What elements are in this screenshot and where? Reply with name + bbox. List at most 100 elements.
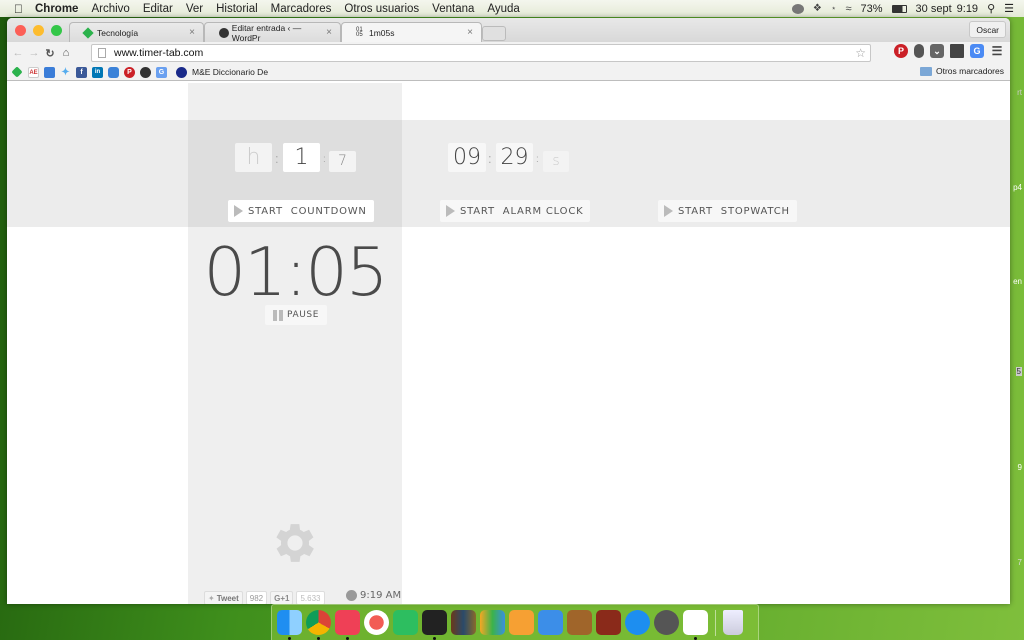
pause-button[interactable]: PAUSE — [265, 305, 327, 325]
bookmark-facebook-icon[interactable]: f — [76, 66, 87, 78]
address-bar[interactable]: www.timer-tab.com ☆ — [91, 44, 871, 62]
bluetooth-icon[interactable]: ⋆ — [831, 3, 837, 14]
current-time-text: 9:19 AM — [360, 590, 402, 601]
menu-ver[interactable]: Ver — [186, 3, 203, 15]
alarm-minutes-input[interactable]: 29 — [496, 143, 533, 172]
dock-logic-icon[interactable] — [596, 610, 621, 635]
countdown-minutes-input[interactable]: 1 — [283, 143, 320, 172]
pocket-extension-icon[interactable]: ⌄ — [930, 44, 944, 58]
bookmark-ae-icon[interactable]: AE — [28, 66, 39, 78]
tab-tecnologia[interactable]: Tecnología × — [69, 22, 204, 42]
pinterest-extension-icon[interactable]: P — [894, 44, 908, 58]
evernote-extension-icon[interactable] — [914, 44, 924, 58]
menu-ayuda[interactable]: Ayuda — [487, 3, 519, 15]
dock-sunrise-icon[interactable] — [364, 610, 389, 635]
forward-arrow-icon[interactable]: → — [27, 47, 41, 59]
notification-center-icon[interactable]: ☰ — [1004, 2, 1014, 15]
clock-icon — [346, 590, 357, 601]
dock-app-store-icon[interactable] — [625, 610, 650, 635]
start-countdown-button[interactable]: START COUNTDOWN — [228, 200, 374, 222]
bookmark-mail-icon[interactable] — [44, 66, 55, 78]
tab-close-icon[interactable]: × — [189, 27, 195, 38]
alarm-seconds-input[interactable]: s — [543, 151, 569, 172]
bookmark-dictionary-label[interactable]: M&E Diccionario De — [192, 67, 268, 77]
menu-historial[interactable]: Historial — [216, 3, 258, 15]
menu-editar[interactable]: Editar — [143, 3, 173, 15]
tab-close-icon[interactable]: × — [467, 27, 473, 38]
film-extension-icon[interactable] — [950, 44, 964, 58]
tweet-button[interactable]: ✦ Tweet — [204, 591, 243, 604]
desktop-icon-label: 9 — [1017, 463, 1022, 472]
macos-dock — [271, 604, 759, 640]
alarm-hours-input[interactable]: 09 — [448, 143, 486, 172]
dock-garageband-icon[interactable] — [567, 610, 592, 635]
bookmark-twitter-icon[interactable]: ✦ — [60, 67, 71, 78]
bookmark-feedly-icon[interactable] — [11, 66, 23, 78]
bookmark-dictionary-icon[interactable] — [176, 66, 187, 78]
spotlight-search-icon[interactable]: ⚲ — [987, 2, 995, 15]
tab-close-icon[interactable]: × — [326, 27, 332, 38]
user-profile-button[interactable]: Oscar — [969, 21, 1006, 38]
countdown-seconds-input[interactable]: 7 — [329, 151, 356, 172]
back-arrow-icon[interactable]: ← — [11, 47, 25, 59]
zoom-window-button[interactable] — [51, 25, 62, 36]
dock-finder-icon[interactable] — [277, 610, 302, 640]
time-separator: : — [536, 154, 539, 165]
dock-evernote-icon[interactable] — [393, 610, 418, 635]
current-time: 9:19 AM — [346, 590, 401, 601]
dock-scrivener-icon[interactable] — [422, 610, 447, 640]
start-alarm-clock-button[interactable]: START ALARM CLOCK — [440, 200, 591, 222]
reload-icon[interactable]: ↻ — [43, 47, 57, 60]
cloud-status-icon[interactable] — [791, 3, 804, 14]
dock-system-preferences-icon[interactable] — [654, 610, 679, 635]
menu-ventana[interactable]: Ventana — [432, 3, 474, 15]
other-bookmarks[interactable]: Otros marcadores — [919, 66, 1004, 76]
battery-icon[interactable] — [891, 4, 907, 13]
start-alarm-label: START ALARM CLOCK — [460, 205, 584, 217]
new-tab-button[interactable] — [482, 26, 506, 41]
close-window-button[interactable] — [15, 25, 26, 36]
tab-timer[interactable]: 01 05 1m05s × — [341, 22, 482, 42]
dock-pocket-icon[interactable] — [335, 610, 360, 640]
google-plus-button[interactable]: G+1 — [270, 591, 294, 604]
url-text[interactable]: www.timer-tab.com — [114, 47, 203, 59]
desktop-icon-label: rt — [1017, 88, 1022, 97]
menubar-date[interactable]: 30 sept — [916, 3, 952, 15]
chrome-menu-icon[interactable]: ☰ — [990, 44, 1004, 58]
minimize-window-button[interactable] — [33, 25, 44, 36]
menu-archivo[interactable]: Archivo — [91, 3, 129, 15]
tab-wordpress[interactable]: Editar entrada ‹ — WordPr × — [204, 22, 341, 43]
tab-title: 1m05s — [369, 27, 395, 38]
start-stopwatch-button[interactable]: START STOPWATCH — [658, 200, 797, 222]
menu-otros-usuarios[interactable]: Otros usuarios — [344, 3, 419, 15]
dock-chrome-icon[interactable] — [306, 610, 331, 640]
bookmark-translate-icon[interactable]: G — [156, 66, 167, 78]
tweet-label: Tweet — [216, 593, 239, 603]
bookmark-pinterest-icon[interactable]: P — [124, 66, 135, 78]
countdown-hours-input[interactable]: h — [235, 143, 272, 172]
timer-tab-page: h : 1 : 7 START COUNTDOWN 09 : 29 : s ST… — [7, 83, 1010, 604]
menu-app-name[interactable]: Chrome — [35, 3, 78, 15]
apple-menu-icon[interactable]:  — [14, 2, 23, 16]
bookmark-star-icon[interactable]: ☆ — [855, 46, 866, 60]
translate-extension-icon[interactable]: G — [970, 44, 984, 58]
wifi-icon[interactable]: ≈ — [845, 3, 851, 15]
bookmark-wordpress-icon[interactable] — [140, 66, 151, 78]
home-icon[interactable]: ⌂ — [59, 47, 73, 59]
dock-pages-icon[interactable] — [509, 610, 534, 635]
bookmark-linkedin-icon[interactable]: in — [92, 66, 103, 78]
dock-simplenote-icon[interactable] — [683, 610, 708, 640]
dock-numbers-icon[interactable] — [480, 610, 505, 635]
timer-favicon-icon: 01 05 — [356, 26, 363, 38]
settings-gear-icon[interactable] — [269, 517, 321, 569]
menubar-time[interactable]: 9:19 — [957, 3, 978, 15]
dock-trash-icon[interactable] — [723, 610, 743, 635]
dock-separator — [715, 609, 716, 636]
desktop-icon-label: en — [1013, 277, 1022, 286]
dropbox-icon[interactable]: ❖ — [813, 3, 822, 14]
dock-ibooks-icon[interactable] — [451, 610, 476, 635]
menu-marcadores[interactable]: Marcadores — [271, 3, 332, 15]
countdown-display: 01:05 — [203, 233, 388, 311]
bookmark-chat-icon[interactable] — [108, 66, 119, 78]
dock-keynote-icon[interactable] — [538, 610, 563, 635]
